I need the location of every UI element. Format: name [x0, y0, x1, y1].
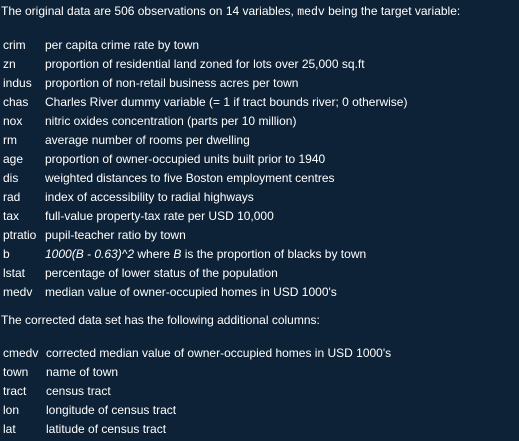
- variable-name: chas: [3, 95, 29, 109]
- intro-prefix: The original data are 506 observations o…: [1, 4, 298, 18]
- additional-column-row: tract census tract: [1, 382, 391, 401]
- column-name: lat: [3, 422, 16, 436]
- variable-row: crim per capita crime rate by town: [1, 36, 407, 55]
- additional-column-row: lon longitude of census tract: [1, 401, 391, 420]
- column-name: town: [3, 365, 29, 379]
- variable-name: lstat: [3, 266, 26, 280]
- variable-name: crim: [3, 38, 26, 52]
- variable-row: tax full-value property-tax rate per USD …: [1, 207, 407, 226]
- column-description: latitude of census tract: [46, 422, 167, 436]
- variable-row: medv median value of owner-occupied homes…: [1, 283, 407, 302]
- formula-description: is the proportion of blacks by town: [181, 247, 367, 261]
- variable-name: age: [3, 152, 24, 166]
- variables-table: crim per capita crime rate by town zn prop…: [1, 36, 407, 302]
- variable-row: chas Charles River dummy variable (= 1 if…: [1, 93, 407, 112]
- formula: 1000(B - 0.63)^2: [45, 247, 135, 261]
- intro-suffix: being the target variable:: [324, 4, 461, 18]
- variable-name: rad: [3, 190, 21, 204]
- variable-name: zn: [3, 57, 16, 71]
- variable-description: average number of rooms per dwelling: [45, 133, 250, 147]
- variable-name: b: [3, 247, 10, 261]
- variable-description: median value of owner-occupied homes in …: [45, 285, 337, 299]
- variable-name: nox: [3, 114, 23, 128]
- variable-row: age proportion of owner-occupied units bu…: [1, 150, 407, 169]
- column-name: lon: [3, 403, 20, 417]
- variable-row: rm average number of rooms per dwelling: [1, 131, 407, 150]
- variable-name: medv: [3, 285, 33, 299]
- variable-name: indus: [3, 76, 32, 90]
- variable-description: proportion of residential land zoned for…: [45, 57, 365, 71]
- additional-column-row: town name of town: [1, 363, 391, 382]
- variable-row: nox nitric oxides concentration (parts pe…: [1, 112, 407, 131]
- target-variable-code: medv: [297, 6, 325, 19]
- variable-row: dis weighted distances to five Boston emp…: [1, 169, 407, 188]
- variable-row: rad index of accessibility to radial high…: [1, 188, 407, 207]
- variable-description: weighted distances to five Boston employ…: [45, 171, 335, 185]
- variable-description: full-value property-tax rate per USD 10,…: [45, 209, 274, 223]
- variable-row: lstat percentage of lower status of the p…: [1, 264, 407, 283]
- variable-description: Charles River dummy variable (= 1 if tra…: [45, 95, 408, 109]
- variable-description: proportion of non-retail business acres …: [45, 76, 299, 90]
- intro-paragraph: The original data are 506 observations o…: [1, 4, 519, 20]
- additional-column-row: cmedv corrected median value of owner-occ…: [1, 344, 391, 363]
- variable-name: dis: [3, 171, 19, 185]
- additional-columns-table: cmedv corrected median value of owner-occ…: [1, 344, 391, 439]
- formula-connector: where: [134, 247, 174, 261]
- variable-description: proportion of owner-occupied units built…: [45, 152, 326, 166]
- additional-column-row: lat latitude of census tract: [1, 420, 391, 439]
- variable-description: pupil-teacher ratio by town: [45, 228, 186, 242]
- variable-name: rm: [3, 133, 17, 147]
- column-description: corrected median value of owner-occupied…: [46, 346, 392, 360]
- variable-description: nitric oxides concentration (parts per 1…: [45, 114, 297, 128]
- corrected-intro-paragraph: The corrected data set has the following…: [1, 313, 320, 327]
- column-name: tract: [3, 384, 27, 398]
- variable-description: percentage of lower status of the popula…: [45, 266, 278, 280]
- variable-row: indus proportion of non-retail business a…: [1, 74, 407, 93]
- variable-description: per capita crime rate by town: [45, 38, 200, 52]
- variable-name: tax: [3, 209, 20, 223]
- variable-row: zn proportion of residential land zoned f…: [1, 55, 407, 74]
- column-description: longitude of census tract: [46, 403, 177, 417]
- variable-name: ptratio: [3, 228, 37, 242]
- variable-row: ptratio pupil-teacher ratio by town: [1, 226, 407, 245]
- variable-row: b 1000(B - 0.63)^2 where B is the proport…: [1, 245, 407, 264]
- column-description: name of town: [46, 365, 119, 379]
- document-page: The original data are 506 observations o…: [0, 0, 519, 441]
- column-description: census tract: [46, 384, 111, 398]
- column-name: cmedv: [3, 346, 39, 360]
- variable-description: index of accessibility to radial highway…: [45, 190, 254, 204]
- variable-description: 1000(B - 0.63)^2 where B is the proporti…: [44, 245, 407, 264]
